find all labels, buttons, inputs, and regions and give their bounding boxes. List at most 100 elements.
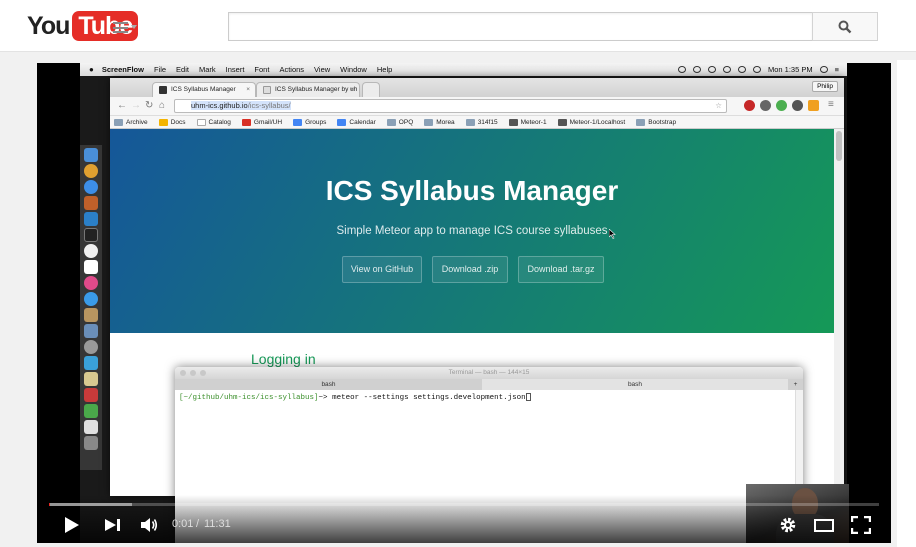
back-icon[interactable]: ← — [117, 100, 127, 111]
bookmark-item[interactable]: Catalog — [196, 118, 231, 126]
extension-icon[interactable] — [744, 100, 755, 111]
bookmark-folder[interactable]: 314f15 — [465, 118, 498, 126]
volume-icon — [141, 518, 158, 532]
theater-icon — [814, 518, 834, 532]
apple-icon: ● — [89, 65, 94, 74]
browser-toolbar: ← → ↻ ⌂ uhm-ics.github.io/ics-syllabus/ … — [110, 97, 844, 116]
close-window-button[interactable] — [180, 370, 186, 376]
browser-tab[interactable]: ICS Syllabus Manager × — [152, 82, 256, 97]
terminal-prompt-arrow: ~> — [318, 393, 328, 402]
menu-font: Font — [254, 65, 270, 74]
notification-icon: ≡ — [834, 65, 839, 74]
page-icon — [196, 118, 206, 126]
search-input[interactable] — [228, 12, 813, 41]
download-zip-button[interactable]: Download .zip — [432, 256, 508, 283]
menubar-clock: Mon 1:35 PM — [768, 65, 813, 74]
page-scrollbar[interactable] — [834, 129, 844, 496]
search-button[interactable] — [812, 12, 878, 41]
search-icon — [838, 20, 852, 33]
fullscreen-button[interactable] — [849, 514, 873, 536]
menu-mark: Mark — [198, 65, 216, 74]
theater-mode-button[interactable] — [813, 514, 835, 536]
bookmark-item[interactable]: Calendar — [337, 118, 376, 126]
mac-menubar: ● ScreenFlow File Edit Mark Insert Font … — [80, 63, 847, 76]
browser-tab[interactable]: ICS Syllabus Manager by uh × — [256, 82, 360, 97]
chrome-menu-icon[interactable]: ≡ — [828, 99, 834, 110]
tab-close-icon[interactable]: × — [350, 83, 354, 97]
scrollbar-thumb[interactable] — [836, 131, 842, 161]
zoom-window-button[interactable] — [200, 370, 206, 376]
minimize-window-button[interactable] — [190, 370, 196, 376]
extension-icon[interactable] — [776, 100, 787, 111]
settings-button[interactable] — [777, 514, 799, 536]
progress-bar[interactable] — [49, 503, 879, 506]
guide-menu-button[interactable] — [113, 20, 141, 34]
tab-close-icon[interactable]: × — [246, 83, 250, 97]
view-on-github-button[interactable]: View on GitHub — [342, 256, 422, 283]
settings-icon — [84, 340, 98, 354]
mute-button[interactable] — [138, 514, 160, 536]
forward-icon[interactable]: → — [131, 100, 141, 111]
terminal-icon — [84, 228, 98, 242]
app-icon — [84, 356, 98, 370]
bookmark-item[interactable]: Docs — [158, 118, 186, 126]
appstore-icon — [84, 292, 98, 306]
terminal-titlebar: Terminal — bash — 144×15 — [175, 367, 803, 379]
url-path: /ics-syllabus/ — [247, 101, 291, 110]
photos-icon — [84, 244, 98, 258]
progress-buffered — [49, 503, 132, 506]
bookmark-folder[interactable]: Morea — [424, 118, 455, 126]
url-host: uhm-ics.github.io — [191, 101, 248, 110]
page-side-strip — [897, 60, 916, 547]
new-tab-button[interactable] — [362, 82, 380, 97]
bookmark-item[interactable]: Gmail/UH — [241, 118, 282, 126]
next-icon — [105, 519, 120, 531]
video-player[interactable]: ● ScreenFlow File Edit Mark Insert Font … — [37, 63, 891, 543]
terminal-add-tab-button[interactable]: + — [788, 379, 803, 390]
status-icon — [723, 66, 731, 73]
bookmark-item[interactable]: Groups — [293, 118, 326, 126]
tab-favicon-icon — [159, 86, 167, 94]
extension-icon[interactable] — [760, 100, 771, 111]
extension-icon[interactable] — [792, 100, 803, 111]
terminal-tab[interactable]: bash — [175, 379, 482, 390]
finder-icon — [84, 148, 98, 162]
bookmark-star-icon[interactable]: ☆ — [715, 100, 722, 112]
bookmark-item[interactable]: Meteor-1/Localhost — [557, 118, 625, 126]
address-bar[interactable]: uhm-ics.github.io/ics-syllabus/ ☆ — [174, 99, 727, 113]
profile-button[interactable]: Philip — [812, 81, 838, 92]
gear-icon — [780, 517, 796, 533]
gmail-icon — [241, 118, 251, 126]
menu-file: File — [153, 65, 167, 74]
github-icon — [84, 260, 98, 274]
tab-title: ICS Syllabus Manager by uh — [275, 86, 358, 93]
hamburger-icon — [113, 21, 128, 33]
spotlight-icon — [819, 66, 828, 73]
bookmark-folder[interactable]: OPQ — [386, 118, 413, 126]
terminal-command: meteor --settings settings.development.j… — [332, 393, 526, 402]
menu-window: Window — [340, 65, 367, 74]
volume-icon — [753, 66, 761, 73]
menu-insert: Insert — [225, 65, 245, 74]
mac-dock — [80, 145, 102, 470]
browser-tabstrip: ICS Syllabus Manager × ICS Syllabus Mana… — [110, 78, 844, 97]
ide-icon — [84, 212, 98, 226]
reload-icon[interactable]: ↻ — [145, 100, 153, 111]
drive-icon — [158, 118, 168, 126]
section-heading: Logging in — [251, 351, 316, 367]
bookmark-item[interactable]: Meteor-1 — [508, 118, 547, 126]
time-separator: / — [196, 518, 200, 530]
app-icon — [84, 372, 98, 386]
play-button[interactable] — [61, 514, 83, 536]
extension-icon[interactable] — [808, 100, 819, 111]
next-button[interactable] — [102, 514, 124, 536]
play-icon — [65, 517, 79, 533]
fullscreen-icon — [851, 516, 871, 534]
download-tar-button[interactable]: Download .tar.gz — [518, 256, 604, 283]
page-icon — [557, 118, 567, 126]
terminal-tab[interactable]: bash — [482, 379, 788, 390]
bookmark-folder[interactable]: Archive — [114, 118, 148, 126]
bookmark-folder[interactable]: Bootstrap — [636, 118, 676, 126]
time-total: 11:31 — [204, 518, 231, 530]
home-icon[interactable]: ⌂ — [159, 100, 165, 111]
